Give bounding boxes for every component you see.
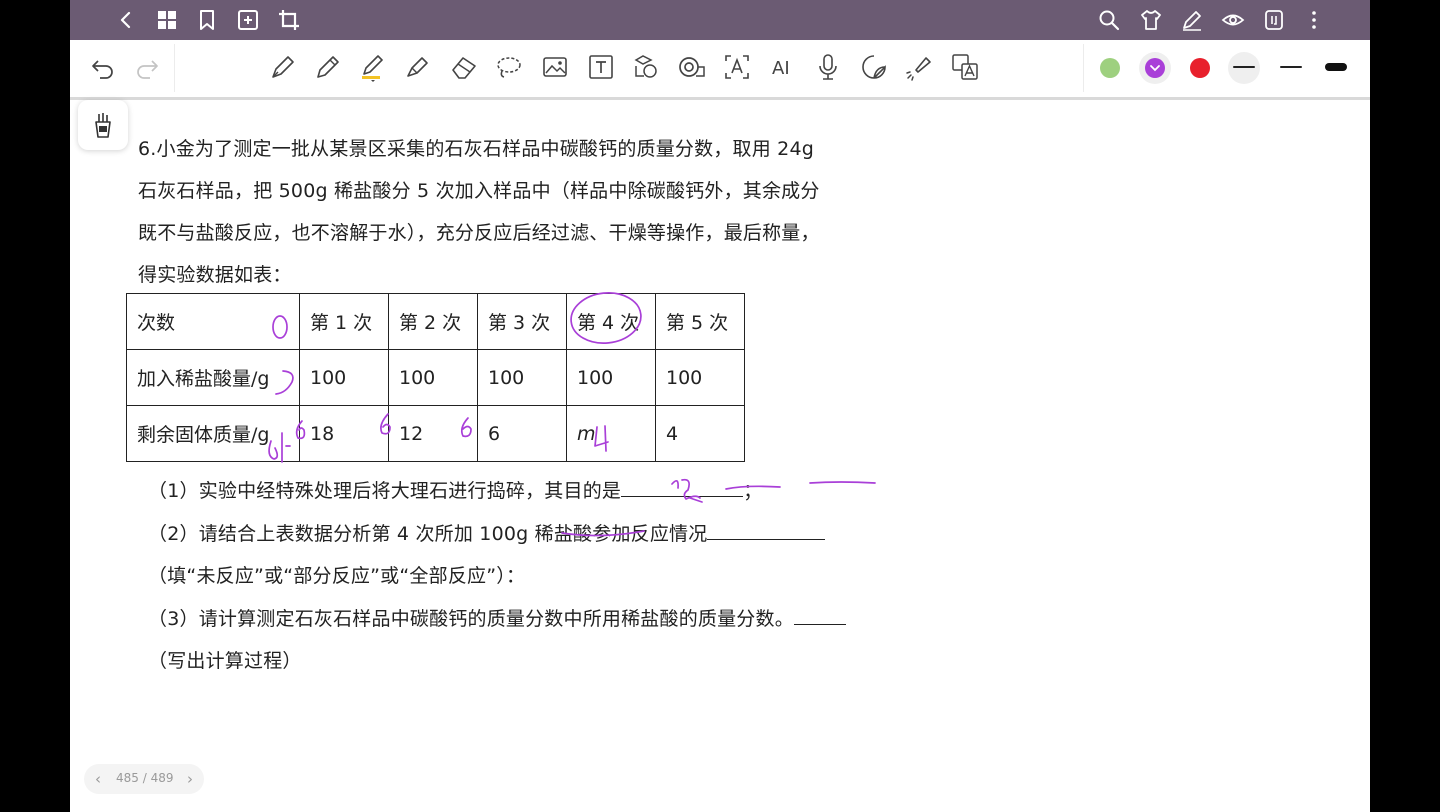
text-recognize-icon[interactable] [722, 52, 752, 82]
table-cell: 第 1 次 [299, 293, 389, 350]
undo-icon[interactable] [88, 52, 118, 82]
fountain-pen-icon[interactable] [268, 52, 298, 82]
table-cell: 100 [299, 349, 389, 406]
ink-answer-line [809, 481, 876, 484]
answer-blank [793, 606, 846, 625]
lasso-icon[interactable] [494, 52, 524, 82]
sub-question-2: （2）请结合上表数据分析第 4 次所加 100g 稀盐酸参加反应情况 [148, 519, 826, 546]
shape-icon[interactable] [631, 52, 661, 82]
eraser-icon[interactable] [449, 52, 479, 82]
pen-toolbar: AI [70, 40, 1370, 96]
tape-icon[interactable] [676, 52, 706, 82]
sub-question-2-text: （2）请结合上表数据分析第 4 次所加 100g 稀盐酸参加反应情况 [148, 523, 708, 545]
microphone-icon[interactable] [813, 52, 843, 82]
data-table: 次数 第 1 次 第 2 次 第 3 次 第 4 次 第 5 次 加入稀盐酸量/… [126, 293, 745, 462]
question-line-2: 石灰石样品，把 500g 稀盐酸分 5 次加入样品中（样品中除碳酸钙外，其余成分 [138, 180, 820, 202]
highlighter-icon[interactable] [403, 52, 433, 82]
table-cell: 18 [299, 405, 389, 462]
image-icon[interactable] [540, 52, 570, 82]
back-icon[interactable] [114, 8, 138, 32]
sub-question-1-text: （1）实验中经特殊处理后将大理石进行捣碎，其目的是 [148, 480, 622, 502]
bookmark-icon[interactable] [195, 8, 219, 32]
stroke-width-selected-ring [1228, 52, 1260, 84]
redo-icon[interactable] [132, 52, 162, 82]
table-cell: 100 [655, 349, 745, 406]
table-row: 加入稀盐酸量/g 100 100 100 100 100 [126, 349, 745, 406]
table-cell: m [566, 405, 656, 462]
table-cell: 剩余固体质量/g [126, 405, 300, 462]
table-cell: 第 5 次 [655, 293, 745, 350]
answer-blank [707, 521, 826, 540]
page-number: 485 / 489 [116, 771, 174, 785]
crop-icon[interactable] [277, 8, 301, 32]
marker-pen-icon[interactable] [358, 52, 388, 82]
table-cell: 第 4 次 [566, 293, 656, 350]
prev-page-button[interactable]: ‹ [90, 769, 106, 789]
brackets-icon[interactable] [1262, 8, 1286, 32]
toolbar-divider [174, 44, 175, 92]
table-cell: 第 2 次 [388, 293, 478, 350]
toolbar-divider [1083, 44, 1084, 92]
top-bar [70, 0, 1370, 40]
sub-question-1-end: ； [743, 480, 763, 502]
shirt-icon[interactable] [1139, 8, 1163, 32]
table-cell: 第 3 次 [477, 293, 567, 350]
toolbar-bottom-border [70, 97, 1370, 100]
sub-question-3-text: （3）请计算测定石灰石样品中碳酸钙的质量分数中所用稀盐酸的质量分数。 [148, 608, 794, 630]
sub-question-1: （1）实验中经特殊处理后将大理石进行捣碎，其目的是 ； [148, 476, 762, 503]
search-icon[interactable] [1097, 8, 1121, 32]
pen-settings-icon[interactable] [1180, 8, 1204, 32]
table-cell: 100 [477, 349, 567, 406]
more-icon[interactable] [1302, 8, 1326, 32]
stroke-width-thin[interactable] [1280, 66, 1302, 68]
color-swatch-purple[interactable] [1145, 58, 1165, 78]
color-swatch-red[interactable] [1190, 58, 1210, 78]
table-row: 剩余固体质量/g 18 12 6 m 4 [126, 405, 745, 462]
question-line-1: 6.小金为了测定一批从某景区采集的石灰石样品中碳酸钙的质量分数，取用 24g [138, 138, 815, 160]
ai-icon[interactable]: AI [768, 52, 798, 82]
stroke-width-thick[interactable] [1325, 63, 1347, 71]
table-cell: 6 [477, 405, 567, 462]
sub-question-2-hint: （填“未反应”或“部分反应”或“全部反应”）： [148, 565, 526, 587]
eye-icon[interactable] [1221, 8, 1245, 32]
pencil-icon[interactable] [313, 52, 343, 82]
svg-text:AI: AI [772, 58, 790, 79]
next-page-button[interactable]: › [182, 769, 198, 789]
add-page-icon[interactable] [236, 8, 260, 32]
translate-icon[interactable] [950, 52, 980, 82]
sub-question-3-hint: （写出计算过程） [148, 650, 302, 672]
note-app: AI 6.小金为了测定一批从某景区采集的石灰石样品中碳酸钙的质量分数，取用 24… [70, 0, 1370, 812]
laser-pointer-icon[interactable] [904, 52, 934, 82]
check-icon [1150, 65, 1160, 72]
sub-question-3: （3）请计算测定石灰石样品中碳酸钙的质量分数中所用稀盐酸的质量分数。 [148, 604, 846, 631]
stroke-width-medium[interactable] [1233, 66, 1255, 68]
table-cell: 次数 [126, 293, 300, 350]
pen-holder-button[interactable] [78, 100, 128, 150]
grid-icon[interactable] [155, 8, 179, 32]
page-indicator: ‹ 485 / 489 › [84, 764, 204, 794]
table-cell: 12 [388, 405, 478, 462]
table-cell: 加入稀盐酸量/g [126, 349, 300, 406]
question-line-4: 得实验数据如表： [138, 264, 292, 286]
question-line-3: 既不与盐酸反应，也不溶解于水），充分反应后经过滤、干燥等操作，最后称量， [138, 222, 820, 244]
table-row: 次数 第 1 次 第 2 次 第 3 次 第 4 次 第 5 次 [126, 293, 745, 350]
sticker-icon[interactable] [859, 52, 889, 82]
table-cell: 100 [388, 349, 478, 406]
text-box-icon[interactable] [586, 52, 616, 82]
color-swatch-green[interactable] [1100, 58, 1120, 78]
answer-blank [621, 478, 744, 497]
pen-cup-icon [95, 113, 111, 138]
table-cell: 4 [655, 405, 745, 462]
table-cell: 100 [566, 349, 656, 406]
